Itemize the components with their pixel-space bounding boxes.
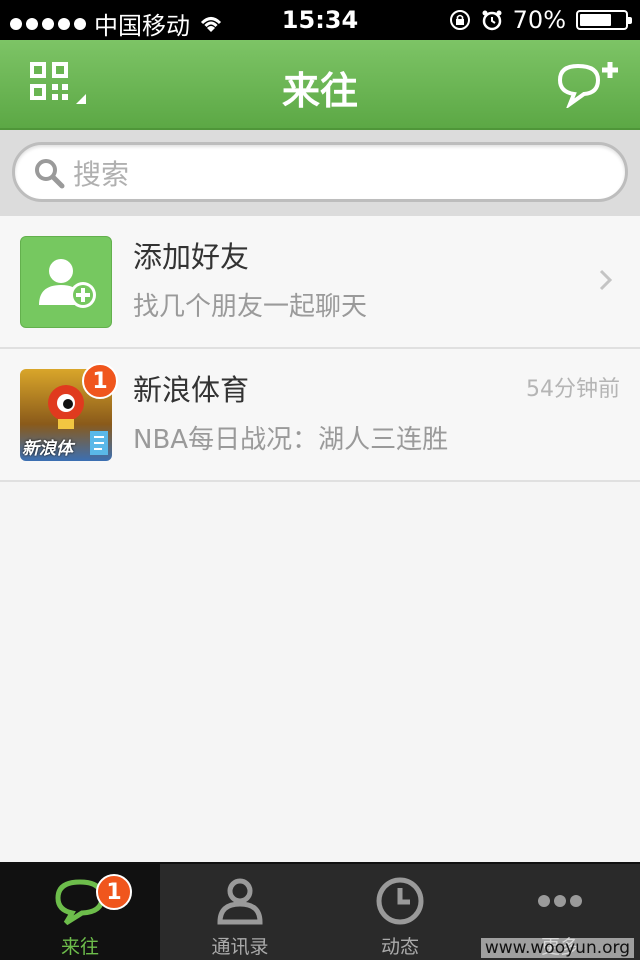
status-right: 70% (449, 6, 632, 34)
battery-fill (580, 14, 611, 26)
new-chat-icon[interactable] (558, 58, 620, 108)
nav-bar: 来往 (0, 40, 640, 130)
page-title: 来往 (281, 69, 358, 113)
alarm-icon (482, 10, 502, 31)
search-bar (0, 130, 640, 217)
tab-badge: 1 (96, 874, 132, 910)
tab-contacts[interactable]: 通讯录 (160, 864, 320, 960)
tab-laiwang[interactable]: 1 来往 (0, 864, 160, 960)
rotation-lock-icon (449, 10, 470, 30)
search-input[interactable] (71, 153, 595, 195)
search-box[interactable] (12, 142, 628, 202)
list-item-sina-sports[interactable]: 新浪体 1 新浪体育 NBA每日战况：湖人三连胜 54分钟前 (0, 349, 640, 482)
status-bar: 中国移动 15:34 70% (0, 0, 640, 40)
conversation-subtitle: 找几个朋友一起聊天 (133, 292, 368, 322)
more-icon (538, 895, 582, 907)
contacts-icon (217, 878, 263, 925)
search-icon (35, 159, 65, 189)
conversation-subtitle: NBA每日战况：湖人三连胜 (133, 425, 449, 455)
tab-label: 动态 (380, 936, 419, 958)
tab-label: 来往 (60, 936, 99, 958)
tab-moments[interactable]: 动态 (320, 864, 480, 960)
list-item-add-friend[interactable]: 添加好友 找几个朋友一起聊天 (0, 216, 640, 349)
chevron-right-icon (599, 269, 613, 291)
tab-label: 通讯录 (211, 936, 269, 958)
conversation-list: 添加好友 找几个朋友一起聊天 新浪体 1 新浪体育 NBA每日战况：湖人三连胜 … (0, 216, 640, 482)
conversation-name: 新浪体育 (133, 373, 250, 407)
battery-icon (576, 10, 632, 30)
unread-badge: 1 (82, 363, 118, 399)
add-friend-icon (20, 236, 112, 328)
battery-percent: 70% (512, 6, 566, 34)
conversation-time: 54分钟前 (526, 377, 620, 402)
conversation-name: 添加好友 (133, 240, 250, 274)
clock-icon (376, 877, 424, 925)
sina-avatar-label: 新浪体 (22, 439, 73, 459)
watermark: www.wooyun.org (480, 938, 634, 958)
